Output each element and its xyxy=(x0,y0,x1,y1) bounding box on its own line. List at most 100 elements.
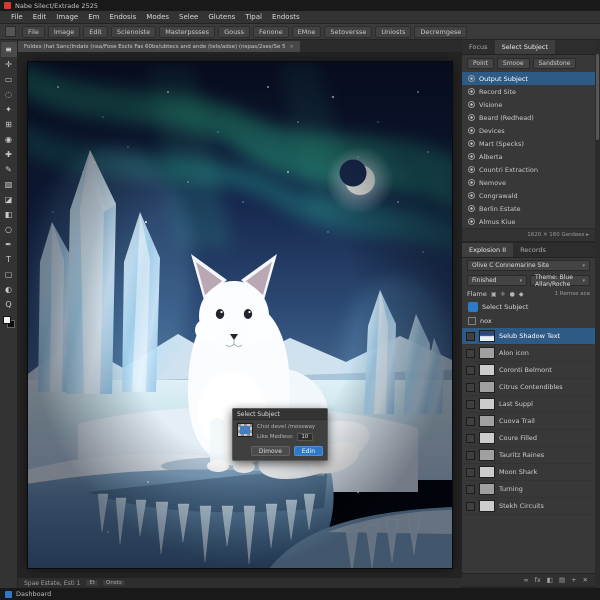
layer-visibility-icon[interactable] xyxy=(466,331,475,341)
lock-right-select[interactable]: Theme: Blue Allan/Roche ▾ xyxy=(530,274,590,288)
status-chip[interactable]: Et xyxy=(85,579,99,587)
panel-tab[interactable]: Explosion II xyxy=(462,243,514,257)
tool-option[interactable]: Setoversse xyxy=(324,25,373,38)
tool-option[interactable]: Masterpssses xyxy=(159,25,216,38)
tool-option[interactable]: Decremgese xyxy=(414,25,468,38)
layer-row[interactable]: Moon Shark xyxy=(462,464,595,481)
layer-visibility-icon[interactable] xyxy=(466,399,475,409)
pinned-layer-row[interactable]: Select Subject xyxy=(462,300,595,314)
eraser-tool-icon[interactable]: ◪ xyxy=(1,192,17,207)
layer-row[interactable]: Coure Filled xyxy=(462,430,595,447)
gradient-tool-icon[interactable]: ◧ xyxy=(1,207,17,222)
selection-option-row[interactable]: Record Site xyxy=(462,85,595,98)
artwork-arctic-fox[interactable] xyxy=(28,61,452,568)
menu-item[interactable]: Selee xyxy=(174,13,203,21)
selection-option-row[interactable]: Congrawald xyxy=(462,189,595,202)
lock-icon[interactable]: ● xyxy=(509,291,516,298)
tool-option[interactable]: Uniosts xyxy=(375,25,412,38)
dialog-field-value[interactable]: 10 xyxy=(296,433,313,442)
layers-footer-icon[interactable]: ✕ xyxy=(583,576,588,584)
tool-option[interactable]: EMne xyxy=(291,25,322,38)
close-tab-icon[interactable]: ✕ xyxy=(290,44,294,50)
brush-tool-icon[interactable]: ✎ xyxy=(1,162,17,177)
document-tab[interactable]: Foldes (hat Sanc/Indats (nsa/Fose Escts … xyxy=(18,41,300,52)
blend-mode-select[interactable]: Olive C Connemarine Site ▾ xyxy=(467,260,590,271)
menu-item[interactable]: Edit xyxy=(28,13,52,21)
layer-visibility-icon[interactable] xyxy=(466,365,475,375)
tool-option[interactable]: File xyxy=(22,25,45,38)
layer-visibility-icon[interactable] xyxy=(466,416,475,426)
layer-visibility-icon[interactable] xyxy=(466,467,475,477)
menu-item[interactable]: Endosis xyxy=(104,13,141,21)
layers-footer-icon[interactable]: ∞ xyxy=(523,576,528,584)
layer-row[interactable]: Alon icon xyxy=(462,345,595,362)
layer-visibility-icon[interactable] xyxy=(466,484,475,494)
tool-option[interactable]: Gouss xyxy=(218,25,250,38)
dialog-ok-button[interactable]: Edin xyxy=(293,446,323,457)
layer-row[interactable]: Stekh Circuits xyxy=(462,498,595,515)
panel-subtab[interactable]: Point xyxy=(467,58,494,69)
layer-visibility-icon[interactable] xyxy=(466,433,475,443)
selection-option-row[interactable]: Output Subject xyxy=(462,72,595,85)
lock-icon[interactable]: ▣ xyxy=(490,291,498,298)
selection-option-row[interactable]: Devices xyxy=(462,124,595,137)
layer-row[interactable]: Turning xyxy=(462,481,595,498)
panel-scrollbar[interactable] xyxy=(595,40,600,588)
panel-subtab[interactable]: Sandstone xyxy=(532,58,577,69)
zoom-tool-icon[interactable]: Q xyxy=(1,297,17,312)
lock-icon[interactable]: ◆ xyxy=(518,291,525,298)
tool-option[interactable]: Edit xyxy=(83,25,108,38)
crop-tool-icon[interactable]: ⊞ xyxy=(1,117,17,132)
layer-row[interactable]: Citrus Contendibles xyxy=(462,379,595,396)
selection-option-row[interactable]: Almus Kiue xyxy=(462,215,595,228)
layers-footer-icon[interactable]: ◧ xyxy=(547,576,553,584)
tool-option[interactable]: Fenone xyxy=(252,25,289,38)
move-tool-icon[interactable]: ✛ xyxy=(1,57,17,72)
healing-brush-tool-icon[interactable]: ✚ xyxy=(1,147,17,162)
panel-tab[interactable]: Focus xyxy=(462,40,495,54)
layer-row[interactable]: Tauritz Raines xyxy=(462,447,595,464)
pinned-layer-row[interactable]: nox xyxy=(462,314,595,328)
layers-footer-icon[interactable]: ▤ xyxy=(559,576,565,584)
tool-option[interactable]: Scienoiste xyxy=(110,25,157,38)
menu-item[interactable]: Modes xyxy=(141,13,174,21)
color-swatches[interactable] xyxy=(2,316,15,328)
panel-subtab[interactable]: Smooe xyxy=(496,58,530,69)
layer-row[interactable]: Cuova Trail xyxy=(462,413,595,430)
magic-wand-tool-icon[interactable]: ✦ xyxy=(1,102,17,117)
blur-tool-icon[interactable]: ○ xyxy=(1,222,17,237)
layers-footer-icon[interactable]: + xyxy=(571,576,576,584)
hand-tool-icon[interactable]: ◐ xyxy=(1,282,17,297)
selection-option-row[interactable]: Alberta xyxy=(462,150,595,163)
layers-footer-icon[interactable]: fx xyxy=(535,576,541,584)
layer-row[interactable]: Selub Shadow Text xyxy=(462,328,595,345)
panel-tab[interactable]: Select Subject xyxy=(494,40,555,54)
selection-option-row[interactable]: Berlin Estate xyxy=(462,202,595,215)
dialog-cancel-button[interactable]: Dimove xyxy=(250,446,290,457)
marquee-tool-icon[interactable]: ▭ xyxy=(1,72,17,87)
layer-row[interactable]: Last Suppl xyxy=(462,396,595,413)
menu-item[interactable]: Em xyxy=(83,13,104,21)
selection-option-row[interactable]: Beard (Redhead) xyxy=(462,111,595,124)
menu-item[interactable]: File xyxy=(6,13,28,21)
lock-left-select[interactable]: Finished ▾ xyxy=(467,275,527,286)
menu-item[interactable]: Image xyxy=(51,13,83,21)
lock-icon[interactable]: ✛ xyxy=(500,291,507,298)
lasso-tool-icon[interactable]: ◌ xyxy=(1,87,17,102)
foreground-color-swatch[interactable] xyxy=(2,316,11,324)
layer-visibility-icon[interactable] xyxy=(466,348,475,358)
eyedropper-tool-icon[interactable]: ◉ xyxy=(1,132,17,147)
dialog-title[interactable]: Select Subject xyxy=(233,409,327,420)
tool-option[interactable]: Image xyxy=(47,25,81,38)
panel-tab[interactable]: Records xyxy=(513,243,553,257)
layer-visibility-icon[interactable] xyxy=(466,382,475,392)
layer-visibility-icon[interactable] xyxy=(466,501,475,511)
toolbar-menu-icon[interactable]: ≡ xyxy=(0,42,17,57)
selection-option-row[interactable]: Nemove xyxy=(462,176,595,189)
pen-tool-icon[interactable]: ✒ xyxy=(1,237,17,252)
clone-stamp-tool-icon[interactable]: ▨ xyxy=(1,177,17,192)
selection-option-row[interactable]: Visione xyxy=(462,98,595,111)
type-tool-icon[interactable]: T xyxy=(1,252,17,267)
menu-item[interactable]: Glutens xyxy=(203,13,240,21)
selection-option-row[interactable]: Mart (Specks) xyxy=(462,137,595,150)
